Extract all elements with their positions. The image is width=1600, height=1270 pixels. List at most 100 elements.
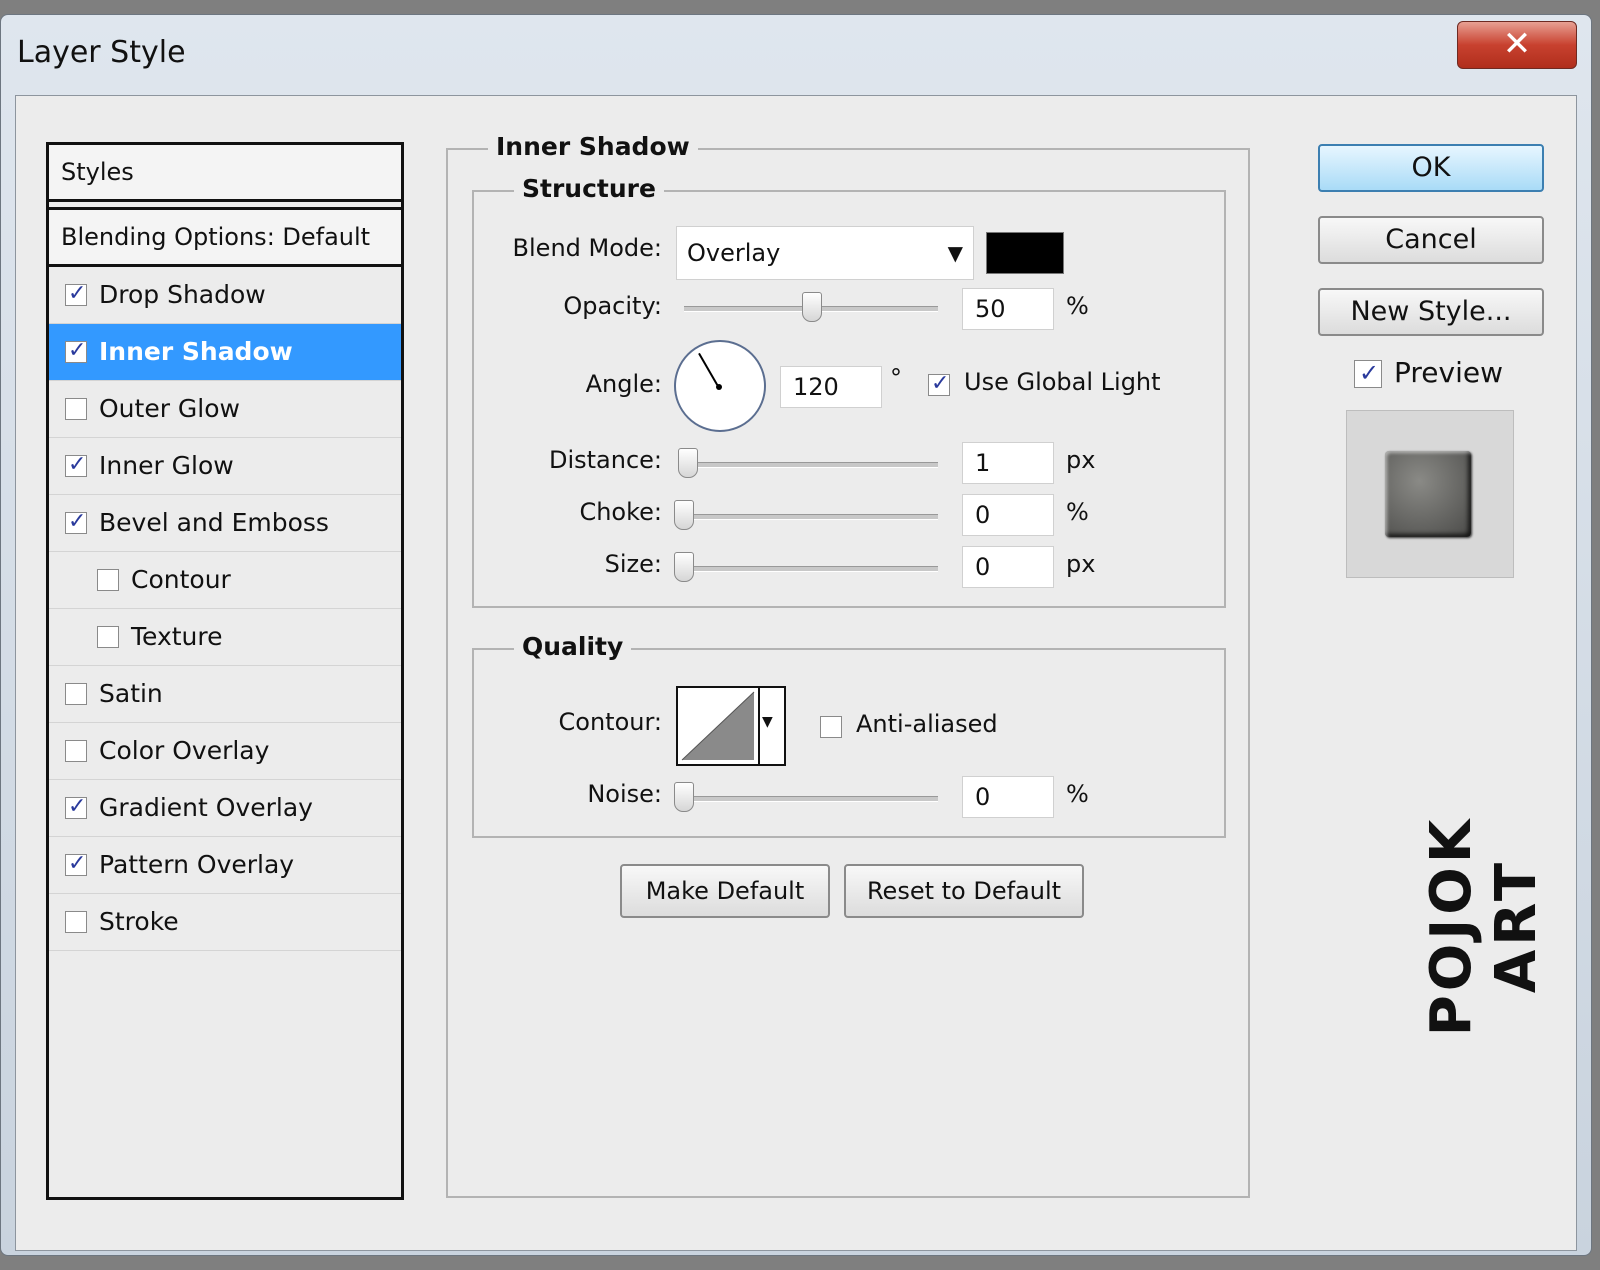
style-item-gradient-overlay[interactable]: ✓ Gradient Overlay [49,780,401,837]
checkmark-icon: ✓ [1359,359,1380,387]
styles-header[interactable]: Styles [49,145,401,202]
distance-label: Distance: [548,446,662,474]
style-item-label: Gradient Overlay [99,793,313,822]
size-input[interactable]: 0 [962,546,1054,588]
shadow-color-swatch[interactable] [986,232,1064,274]
distance-input[interactable]: 1 [962,442,1054,484]
style-item-pattern-overlay[interactable]: ✓ Pattern Overlay [49,837,401,894]
contour-label: Contour: [558,708,663,736]
anti-aliased-checkbox[interactable] [820,716,842,738]
size-unit: px [1066,550,1096,578]
style-checkbox[interactable]: ✓ [65,851,87,876]
chevron-down-icon[interactable]: ▼ [762,714,773,730]
style-item-texture[interactable]: Texture [49,609,401,666]
choke-label: Choke: [579,498,662,526]
preview-swatch [1385,451,1471,537]
blend-mode-label: Blend Mode: [512,234,662,262]
distance-slider-track[interactable] [684,462,938,468]
quality-group: Quality Contour: ▼ Anti-aliased Noise: 0… [472,632,1226,838]
style-item-stroke[interactable]: Stroke [49,894,401,951]
ok-button[interactable]: OK [1318,144,1544,192]
style-item-inner-glow[interactable]: ✓ Inner Glow [49,438,401,495]
close-button[interactable]: ✕ [1457,21,1577,69]
opacity-slider-thumb[interactable] [802,292,822,322]
style-item-inner-shadow[interactable]: ✓ Inner Shadow [49,324,401,381]
noise-unit: % [1066,780,1089,808]
distance-slider-thumb[interactable] [678,448,698,478]
checkmark-icon: ✓ [68,794,87,819]
angle-unit: ° [890,364,902,392]
noise-label: Noise: [587,780,662,808]
angle-label: Angle: [585,370,662,398]
style-item-drop-shadow[interactable]: ✓ Drop Shadow [49,267,401,324]
noise-input[interactable]: 0 [962,776,1054,818]
contour-dropdown-divider [758,688,760,764]
angle-dial[interactable] [674,340,766,432]
style-item-color-overlay[interactable]: Color Overlay [49,723,401,780]
distance-unit: px [1066,446,1096,474]
size-slider-thumb[interactable] [674,552,694,582]
opacity-input[interactable]: 50 [962,288,1054,330]
cancel-button[interactable]: Cancel [1318,216,1544,264]
blending-options-item[interactable]: Blending Options: Default [49,207,401,267]
choke-slider-track[interactable] [684,514,938,520]
style-item-label: Contour [131,565,231,594]
checkmark-icon: ✓ [68,281,87,306]
style-item-bevel-and-emboss[interactable]: ✓ Bevel and Emboss [49,495,401,552]
size-slider-track[interactable] [684,566,938,572]
chevron-down-icon: ▼ [947,241,963,265]
angle-input[interactable]: 120 [780,366,882,408]
style-checkbox[interactable]: ✓ [65,509,87,534]
preview-checkbox[interactable]: ✓ [1354,360,1382,388]
style-item-label: Pattern Overlay [99,850,295,879]
opacity-unit: % [1066,292,1089,320]
watermark-text: POJOK ART [1419,815,1549,1037]
choke-slider-thumb[interactable] [674,500,694,530]
choke-input[interactable]: 0 [962,494,1054,536]
checkmark-icon: ✓ [68,338,87,363]
style-item-outer-glow[interactable]: Outer Glow [49,381,401,438]
choke-unit: % [1066,498,1089,526]
style-checkbox[interactable] [65,683,87,705]
style-item-label: Satin [99,679,163,708]
style-item-label: Bevel and Emboss [99,508,329,537]
close-icon: ✕ [1502,24,1532,64]
style-item-label: Stroke [99,907,179,936]
style-checkbox[interactable] [65,740,87,762]
style-checkbox[interactable] [97,569,119,591]
checkmark-icon: ✓ [68,509,87,534]
preview-label: Preview [1394,356,1503,389]
style-checkbox[interactable]: ✓ [65,794,87,819]
style-item-label: Inner Glow [99,451,234,480]
checkmark-icon: ✓ [931,371,950,396]
style-item-satin[interactable]: Satin [49,666,401,723]
style-checkbox[interactable] [65,911,87,933]
style-item-contour[interactable]: Contour [49,552,401,609]
style-checkbox[interactable] [65,398,87,420]
blend-mode-value: Overlay [687,239,781,267]
style-checkbox[interactable]: ✓ [65,281,87,306]
angle-dial-center [716,384,722,390]
new-style-button[interactable]: New Style... [1318,288,1544,336]
style-item-label: Inner Shadow [99,337,293,366]
style-item-label: Outer Glow [99,394,240,423]
style-item-label: Color Overlay [99,736,270,765]
styles-list: Styles Blending Options: Default ✓ Drop S… [46,142,404,1200]
noise-slider-thumb[interactable] [674,782,694,812]
checkmark-icon: ✓ [68,851,87,876]
noise-slider-track[interactable] [684,796,938,802]
use-global-light-checkbox[interactable]: ✓ [928,371,950,396]
reset-to-default-button[interactable]: Reset to Default [844,864,1084,918]
panel-title: Inner Shadow [488,132,698,161]
linear-contour-icon [681,691,755,761]
blend-mode-select[interactable]: Overlay ▼ [676,226,974,280]
make-default-button[interactable]: Make Default [620,864,830,918]
style-checkbox[interactable]: ✓ [65,452,87,477]
style-checkbox[interactable] [97,626,119,648]
title-bar[interactable]: Layer Style ✕ [1,15,1591,93]
inner-shadow-panel: Inner Shadow Structure Blend Mode: Overl… [446,132,1250,1198]
contour-picker[interactable]: ▼ [676,686,786,766]
structure-group: Structure Blend Mode: Overlay ▼ Opacity:… [472,174,1226,608]
style-checkbox[interactable]: ✓ [65,338,87,363]
checkmark-icon: ✓ [68,452,87,477]
